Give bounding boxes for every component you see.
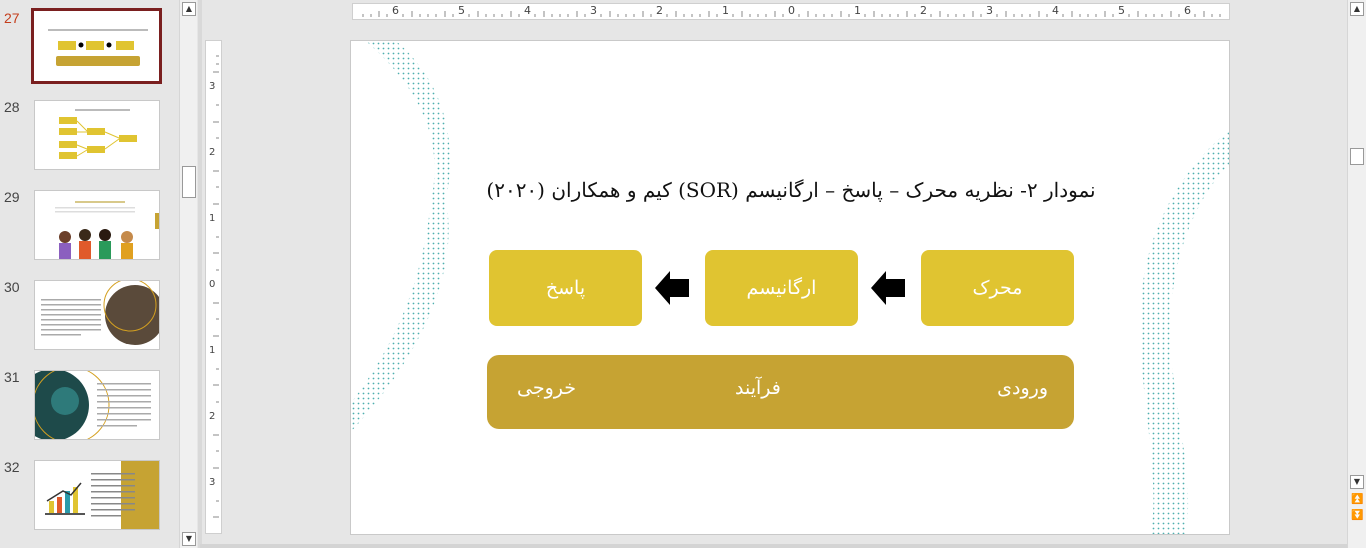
thumbnail-number: 27	[4, 10, 20, 26]
thumbnail-preview[interactable]	[34, 100, 160, 170]
response-box[interactable]: پاسخ	[489, 250, 642, 326]
stimulus-box[interactable]: محرک	[921, 250, 1074, 326]
thumbnail-preview[interactable]	[34, 370, 160, 440]
scroll-up-button[interactable]: ▲	[182, 2, 196, 16]
ruler-label: 4	[1052, 4, 1059, 17]
thumbnail-number: 31	[4, 369, 20, 385]
ruler-label: 3	[986, 4, 993, 17]
process-label: فرآیند	[735, 377, 781, 399]
scrollbar-thumb[interactable]	[182, 166, 196, 198]
scrollbar-thumb[interactable]	[1350, 148, 1364, 165]
ruler-label: 1	[209, 213, 216, 224]
scroll-up-button[interactable]: ▲	[1350, 2, 1364, 16]
ruler-label: 0	[788, 4, 795, 17]
arrow-left-icon[interactable]	[655, 271, 689, 305]
thumbnails-scrollbar[interactable]: ▲ ▼	[179, 0, 197, 548]
ruler-label: 2	[209, 411, 216, 422]
ruler-label: 2	[920, 4, 927, 17]
output-label: خروجی	[517, 377, 576, 399]
horizontal-scrollbar[interactable]	[200, 544, 1347, 548]
ruler-label: 1	[209, 345, 216, 356]
slide-canvas[interactable]: نمودار ۲- نظریه محرک – پاسخ – ارگانیسم (…	[350, 40, 1230, 535]
ruler-label: 5	[458, 4, 465, 17]
slide-thumbnails-panel: 27 28 29 30 31 32	[0, 0, 178, 548]
thumbnail-number: 32	[4, 459, 20, 475]
ruler-label: 1	[854, 4, 861, 17]
previous-slide-icon[interactable]: ⏫	[1351, 494, 1364, 506]
process-band[interactable]: ورودی فرآیند خروجی	[487, 355, 1074, 429]
next-slide-icon[interactable]: ⏬	[1351, 510, 1364, 522]
thumbnail-number: 30	[4, 279, 20, 295]
thumbnail-preview[interactable]	[34, 460, 160, 530]
ruler-label: 5	[1118, 4, 1125, 17]
vertical-ruler[interactable]: 3 2 1 0 1 2 3	[205, 40, 222, 534]
thumbnail-preview[interactable]	[31, 8, 162, 84]
ruler-label: 1	[722, 4, 729, 17]
ruler-label: 6	[392, 4, 399, 17]
ruler-label: 6	[1184, 4, 1191, 17]
thumbnail-preview[interactable]	[34, 190, 160, 260]
ruler-label: 3	[209, 477, 216, 488]
slide-scrollbar[interactable]: ▲ ▼ ⏫ ⏬	[1347, 0, 1366, 548]
thumbnail-number: 29	[4, 189, 20, 205]
ruler-label: 2	[209, 147, 216, 158]
thumbnail-slide-27[interactable]: 27	[0, 8, 178, 88]
organism-box[interactable]: ارگانیسم	[705, 250, 858, 326]
ruler-label: 2	[656, 4, 663, 17]
thumbnail-number: 28	[4, 99, 20, 115]
ruler-label: 3	[209, 81, 216, 92]
thumbnail-slide-31[interactable]: 31	[0, 369, 178, 447]
thumbnail-slide-28[interactable]: 28	[0, 99, 178, 177]
thumbnail-slide-32[interactable]: 32	[0, 459, 178, 537]
horizontal-ruler[interactable]: 6 5 4 3 2 1 0 1 2 3 4 5 6	[352, 3, 1230, 20]
input-label: ورودی	[997, 377, 1048, 399]
thumbnail-preview[interactable]	[34, 280, 160, 350]
thumbnail-slide-29[interactable]: 29	[0, 189, 178, 267]
ruler-label: 3	[590, 4, 597, 17]
scroll-down-button[interactable]: ▼	[182, 532, 196, 546]
ruler-label: 0	[209, 279, 216, 290]
scroll-down-button[interactable]: ▼	[1350, 475, 1364, 489]
slide-title[interactable]: نمودار ۲- نظریه محرک – پاسخ – ارگانیسم (…	[411, 178, 1171, 202]
panel-separator[interactable]	[198, 0, 202, 548]
thumbnail-slide-30[interactable]: 30	[0, 279, 178, 357]
arrow-left-icon[interactable]	[871, 271, 905, 305]
ruler-label: 4	[524, 4, 531, 17]
